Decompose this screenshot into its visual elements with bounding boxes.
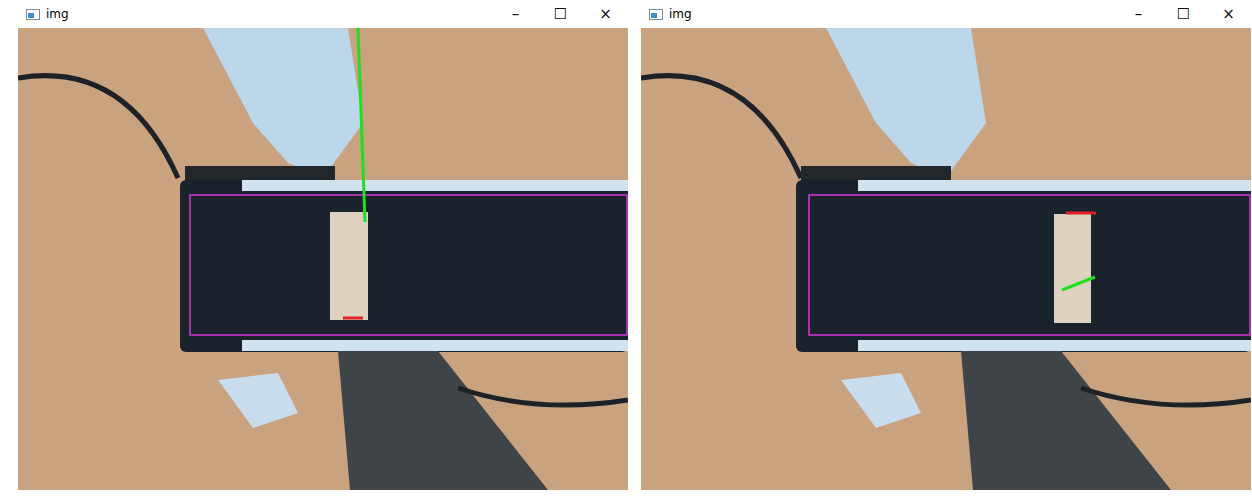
cable-bottom xyxy=(1081,388,1251,405)
title-bar[interactable]: img –☐× xyxy=(18,0,628,28)
edge-line xyxy=(343,317,363,320)
plastic-piece xyxy=(218,373,298,428)
plastic-bag xyxy=(826,28,986,178)
belt-rail-top xyxy=(858,180,1251,191)
window-title: img xyxy=(669,7,692,21)
maximize-button[interactable]: ☐ xyxy=(1161,0,1206,28)
conveyor-belt xyxy=(796,180,1251,352)
cable-bottom xyxy=(458,388,628,405)
chute-plate xyxy=(338,351,548,490)
wooden-block xyxy=(1054,214,1091,323)
app-icon xyxy=(649,9,663,20)
title-bar[interactable]: img –☐× xyxy=(641,0,1251,28)
conveyor-belt xyxy=(180,180,628,352)
close-button[interactable]: × xyxy=(583,0,628,28)
desktop: img–☐×img–☐× xyxy=(0,0,1252,500)
roi-rectangle xyxy=(809,195,1250,335)
cable xyxy=(18,76,178,178)
plastic-bag xyxy=(203,28,363,178)
image-window: img –☐× xyxy=(18,0,628,500)
maximize-button[interactable]: ☐ xyxy=(538,0,583,28)
image-window: img –☐× xyxy=(641,0,1251,500)
window-title: img xyxy=(46,7,69,21)
belt-rail-bottom xyxy=(242,340,628,351)
edge-line xyxy=(1066,212,1096,215)
roi-rectangle xyxy=(190,195,627,335)
camera-frame xyxy=(641,28,1251,490)
chute-plate xyxy=(961,351,1171,490)
camera-frame xyxy=(18,28,628,490)
minimize-button[interactable]: – xyxy=(1116,0,1161,28)
close-button[interactable]: × xyxy=(1206,0,1251,28)
direction-line xyxy=(358,28,365,222)
belt-rail-bottom xyxy=(858,340,1251,351)
wooden-block xyxy=(330,212,368,320)
cable xyxy=(641,76,801,178)
app-icon xyxy=(26,9,40,20)
direction-line xyxy=(1062,277,1095,290)
desk xyxy=(641,28,1251,490)
minimize-button[interactable]: – xyxy=(493,0,538,28)
plastic-piece xyxy=(841,373,921,428)
desk xyxy=(18,28,628,490)
belt-rail-top xyxy=(242,180,628,191)
